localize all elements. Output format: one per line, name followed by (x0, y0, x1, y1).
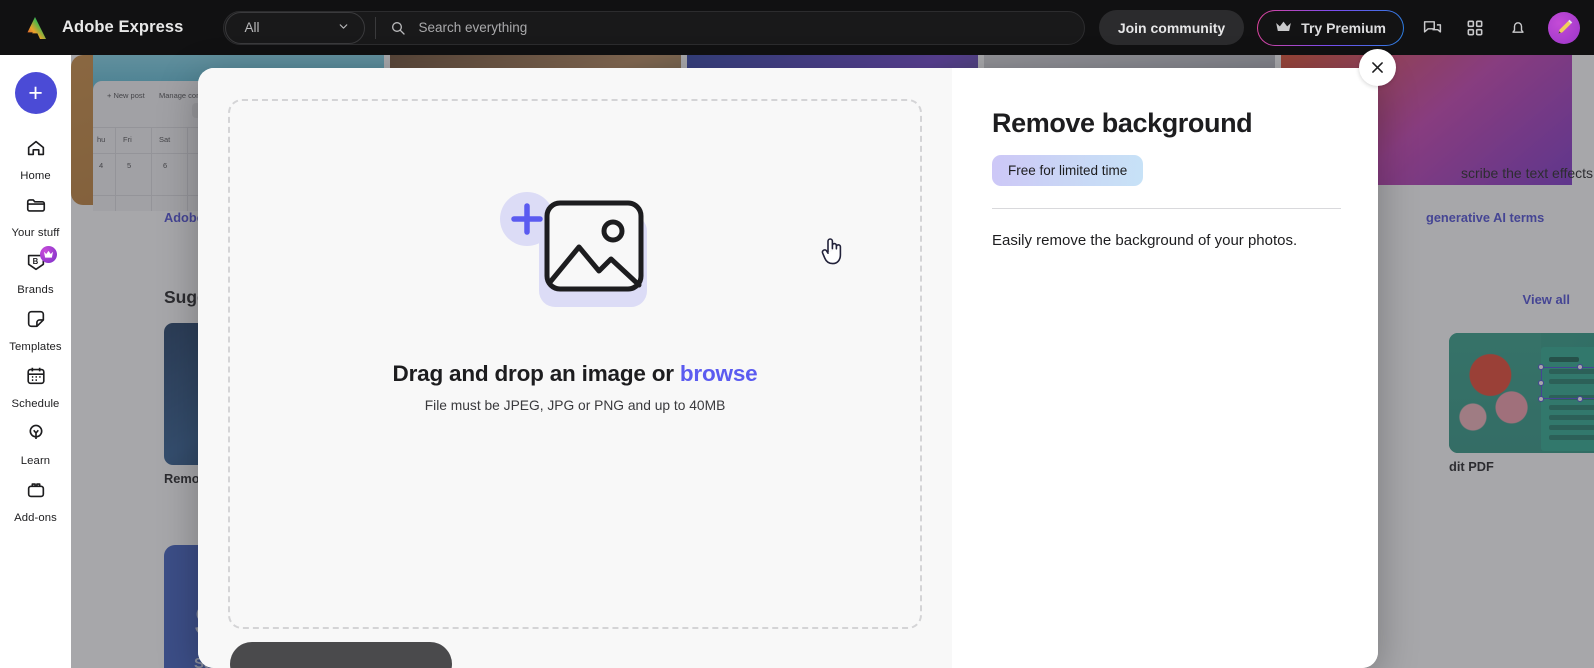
lightbulb-icon (25, 422, 47, 449)
file-dropzone[interactable]: Drag and drop an image or browse File mu… (228, 99, 922, 629)
remove-background-modal: Drag and drop an image or browse File mu… (198, 68, 1378, 668)
modal-title: Remove background (992, 108, 1253, 138)
sidebar-item-label: Schedule (11, 398, 60, 410)
chat-icon[interactable] (1417, 13, 1447, 43)
crown-badge-icon (39, 246, 57, 263)
add-image-icon (495, 189, 655, 309)
addons-icon (25, 479, 47, 506)
divider (375, 16, 377, 39)
apps-grid-icon[interactable] (1460, 13, 1490, 43)
sidebar-item-label: Templates (9, 341, 62, 353)
sidebar-item-label: Home (20, 170, 51, 182)
sidebar-item-brands[interactable]: B Brands (3, 242, 69, 299)
sidebar-item-your-stuff[interactable]: Your stuff (3, 185, 69, 242)
sidebar-item-schedule[interactable]: Schedule (3, 356, 69, 413)
top-bar-actions: Join community Try Premium (1098, 0, 1580, 55)
app-root: Try describing Adobe generative scribe t… (0, 0, 1594, 668)
sidebar-item-add-ons[interactable]: Add-ons (3, 470, 69, 527)
chevron-down-icon (337, 20, 350, 36)
sidebar-item-home[interactable]: Home (3, 128, 69, 185)
dropzone-title-text: Drag and drop an image or (392, 361, 674, 386)
sidebar-item-label: Your stuff (11, 227, 60, 239)
free-badge: Free for limited time (992, 155, 1144, 186)
modal-upload-panel: Drag and drop an image or browse File mu… (198, 68, 952, 668)
notifications-bell-icon[interactable] (1503, 13, 1533, 43)
sidebar-item-label: Brands (17, 284, 54, 296)
search-bar[interactable]: All Search everything (223, 10, 1086, 45)
search-filter-dropdown[interactable]: All (225, 11, 366, 44)
sidebar-item-learn[interactable]: Learn (3, 413, 69, 470)
user-avatar[interactable] (1548, 11, 1580, 44)
sidebar-item-templates[interactable]: Templates (3, 299, 69, 356)
home-icon (25, 137, 47, 164)
calendar-icon (25, 365, 47, 392)
mouse-cursor-pointer-icon (820, 236, 846, 271)
modal-description: Easily remove the background of your pho… (992, 232, 1298, 249)
templates-icon (25, 308, 47, 335)
svg-text:B: B (32, 257, 38, 266)
top-bar: Adobe Express All Search everything Join… (0, 0, 1594, 55)
search-input[interactable]: Search everything (418, 20, 527, 35)
adobe-express-logo-icon[interactable] (20, 13, 50, 43)
close-icon[interactable] (1359, 49, 1396, 86)
browse-link[interactable]: browse (680, 361, 758, 386)
sidebar-item-label: Learn (20, 455, 51, 467)
brand-name: Adobe Express (62, 18, 184, 36)
dropzone-title: Drag and drop an image or browse (393, 361, 758, 387)
search-icon (390, 20, 406, 36)
join-community-button[interactable]: Join community (1098, 10, 1245, 45)
try-premium-label: Try Premium (1301, 19, 1386, 36)
create-new-button[interactable]: + (14, 72, 57, 114)
sidebar: + Home Your stuff B Brands Templates Sch… (0, 55, 71, 668)
sidebar-item-label: Add-ons (14, 512, 57, 524)
bottom-action-button[interactable] (230, 642, 452, 668)
divider (992, 208, 1341, 209)
crown-icon (1275, 20, 1292, 36)
folder-icon (25, 194, 47, 221)
try-premium-button[interactable]: Try Premium (1257, 10, 1404, 46)
search-filter-value: All (244, 20, 260, 35)
modal-info-panel: Remove background Free for limited time … (952, 68, 1378, 668)
dropzone-subtitle: File must be JPEG, JPG or PNG and up to … (424, 398, 726, 413)
